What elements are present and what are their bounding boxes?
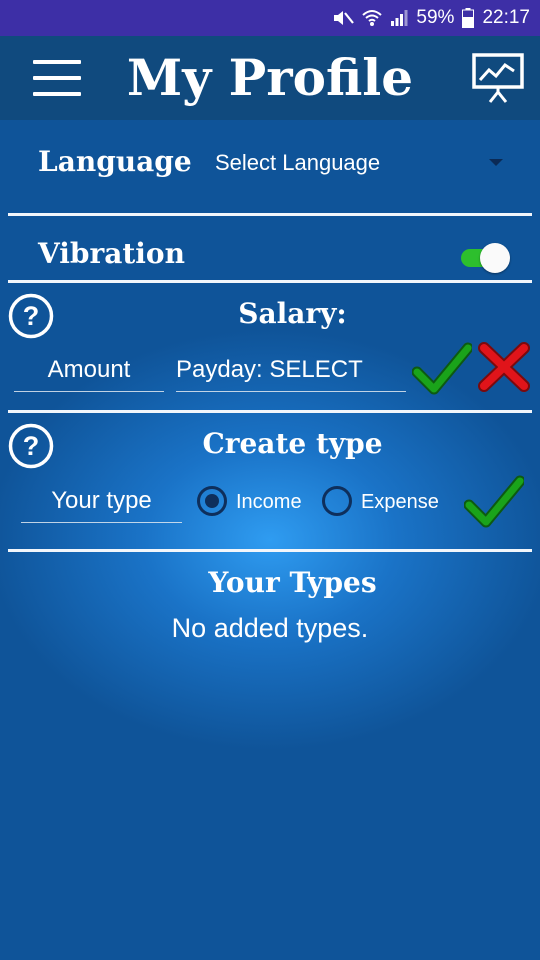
profile-content: Language Select Language Vibration ? Sal…	[0, 120, 540, 960]
dropdown-arrow-icon	[489, 159, 503, 166]
language-label: Language	[38, 145, 192, 178]
create-type-confirm-check-icon[interactable]	[463, 473, 526, 528]
wifi-icon	[362, 9, 383, 27]
create-type-title: Create type	[202, 427, 383, 460]
vibration-toggle[interactable]	[458, 241, 512, 273]
toggle-thumb	[480, 243, 510, 273]
salary-confirm-check-icon[interactable]	[411, 340, 474, 395]
amount-placeholder: Amount	[47, 356, 131, 383]
payday-value: Payday: SELECT	[176, 356, 363, 383]
battery-percent: 59%	[416, 7, 455, 28]
divider	[8, 280, 532, 283]
your-types-title: Your Types	[208, 566, 377, 599]
language-selected-value: Select Language	[215, 150, 381, 175]
your-type-input[interactable]: Your type	[21, 481, 182, 523]
expense-label: Expense	[361, 491, 439, 513]
presentation-chart-icon[interactable]	[472, 52, 524, 104]
divider	[8, 549, 532, 552]
income-radio-option[interactable]: Income	[196, 485, 316, 519]
divider	[8, 410, 532, 413]
expense-radio-button[interactable]	[322, 486, 352, 516]
input-underline	[14, 391, 164, 392]
no-types-message: No added types.	[171, 613, 369, 643]
income-label: Income	[236, 491, 302, 513]
payday-select[interactable]: Payday: SELECT	[176, 350, 406, 392]
input-underline	[176, 391, 406, 392]
income-radio-button[interactable]	[197, 486, 227, 516]
language-dropdown[interactable]: Select Language	[205, 140, 515, 184]
clock: 22:17	[482, 7, 530, 28]
input-underline	[21, 522, 182, 523]
salary-title: Salary:	[238, 297, 347, 330]
status-bar: 59% 22:17	[0, 0, 540, 36]
vibration-label: Vibration	[38, 237, 185, 270]
page-title: My Profile	[126, 48, 414, 107]
signal-icon	[390, 9, 408, 27]
salary-cancel-x-icon[interactable]	[476, 342, 532, 392]
battery-icon	[462, 8, 475, 28]
expense-radio-option[interactable]: Expense	[321, 485, 451, 519]
your-type-placeholder: Your type	[51, 487, 152, 514]
divider	[8, 213, 532, 216]
amount-input[interactable]: Amount	[14, 350, 164, 392]
app-bar: My Profile	[0, 36, 540, 120]
mute-icon	[332, 8, 355, 28]
